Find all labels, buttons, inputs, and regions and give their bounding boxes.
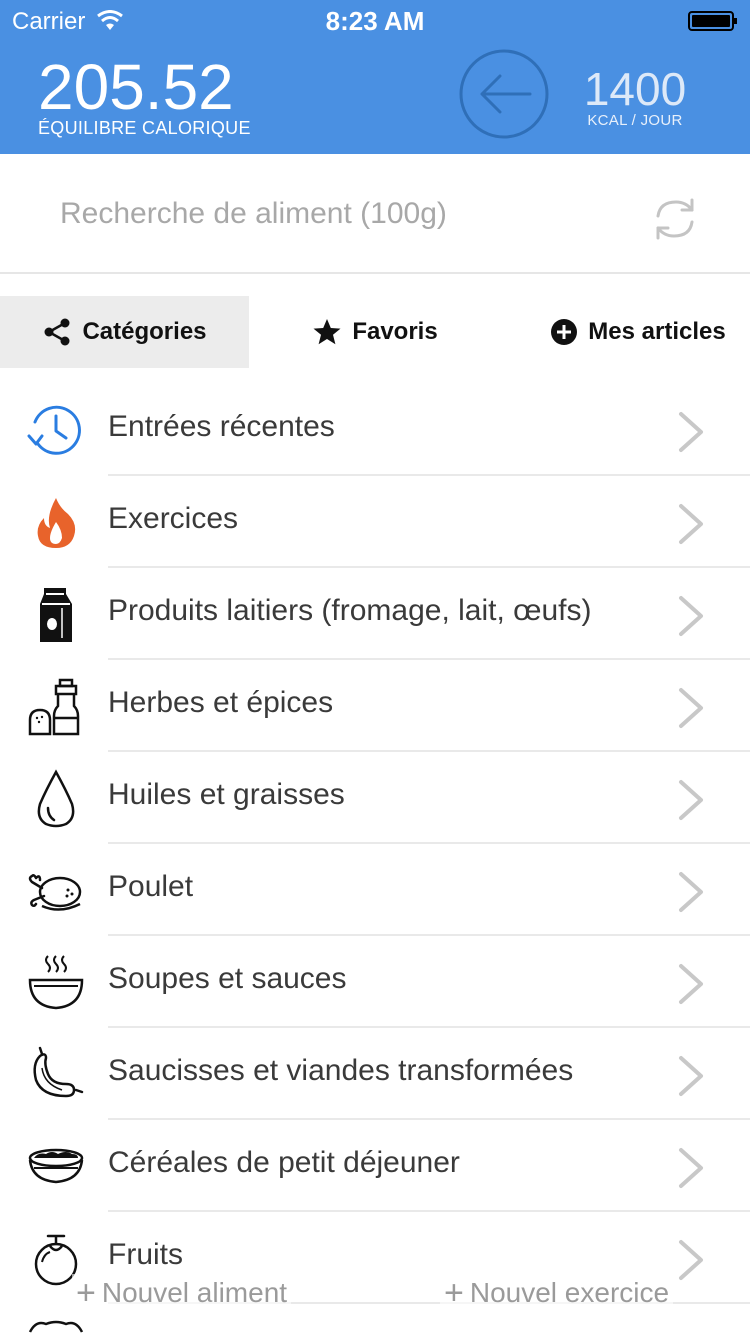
chevron-right-icon [679, 412, 703, 452]
daily-target-label: KCAL / JOUR [587, 112, 683, 129]
refresh-icon[interactable] [650, 194, 700, 244]
calorie-balance-value: 205.52 [38, 51, 234, 123]
new-food-button[interactable]: + Nouvel aliment [72, 1274, 292, 1313]
plus-icon: + [444, 1274, 464, 1312]
list-item-cereals[interactable]: Céréales de petit déjeuner [0, 1120, 750, 1212]
new-exercise-button[interactable]: + Nouvel exercice [440, 1274, 674, 1313]
list-item-label: Poulet [108, 870, 194, 903]
list-item-chicken[interactable]: Poulet [0, 844, 750, 936]
tab-favorites[interactable]: Favoris [280, 296, 470, 368]
roast-chicken-icon [28, 874, 82, 911]
chevron-right-icon [679, 780, 703, 820]
soup-bowl-icon [28, 955, 84, 1010]
new-food-label: Nouvel aliment [101, 1277, 288, 1308]
list-item-label: Huiles et graisses [108, 778, 345, 811]
tab-my-items-label: Mes articles [588, 318, 726, 345]
chevron-right-icon [679, 596, 703, 636]
next-item-icon [28, 1320, 84, 1333]
sausage-icon [33, 1046, 84, 1098]
list-item-label: Exercices [108, 502, 239, 535]
plus-icon: + [76, 1274, 96, 1312]
milk-carton-icon [40, 588, 72, 642]
spice-shaker-icon [28, 678, 80, 736]
list-item-label: Herbes et épices [108, 686, 334, 719]
list-item-label: Fruits [108, 1238, 183, 1271]
clock-history-icon [27, 405, 81, 455]
new-exercise-label: Nouvel exercice [469, 1277, 670, 1308]
list-item-sausages[interactable]: Saucisses et viandes transformées [0, 1028, 750, 1120]
tab-favorites-label: Favoris [352, 318, 438, 345]
status-bar: Carrier 8:23 AM [0, 0, 750, 40]
battery-icon [688, 11, 737, 31]
calorie-balance-label: ÉQUILIBRE CALORIQUE [38, 118, 251, 138]
category-tabs: Catégories Favoris Mes articles [0, 296, 750, 368]
cereal-bowl-icon [28, 1148, 84, 1184]
list-item-soups-sauces[interactable]: Soupes et sauces [0, 936, 750, 1028]
search-row [0, 154, 750, 274]
food-search-input[interactable] [60, 194, 620, 234]
category-list: Entrées récentes Exercices Produits lait… [0, 384, 750, 1304]
tab-categories[interactable]: Catégories [0, 296, 249, 368]
chevron-right-icon [679, 688, 703, 728]
tab-categories-label: Catégories [82, 318, 207, 345]
daily-target-value[interactable]: 1400 [580, 62, 690, 116]
chevron-right-icon [679, 504, 703, 544]
share-icon [44, 318, 70, 346]
list-item-label: Céréales de petit déjeuner [108, 1146, 460, 1179]
back-arrow-button[interactable] [458, 48, 550, 140]
list-item-label: Produits laitiers (fromage, lait, œufs) [108, 594, 592, 627]
list-item-oils-fats[interactable]: Huiles et graisses [0, 752, 750, 844]
list-item-herbs-spices[interactable]: Herbes et épices [0, 660, 750, 752]
list-item-label: Saucisses et viandes transformées [108, 1054, 574, 1087]
tab-my-items[interactable]: Mes articles [538, 296, 738, 368]
star-icon [313, 319, 341, 345]
list-item-recent-entries[interactable]: Entrées récentes [0, 384, 750, 476]
flame-icon [37, 498, 76, 548]
status-time: 8:23 AM [325, 6, 425, 36]
calorie-header: Carrier 8:23 AM 205.52 ÉQUILIBRE CALORIQ… [0, 0, 750, 154]
oil-drop-icon [37, 769, 75, 828]
chevron-right-icon [679, 872, 703, 912]
list-item-exercises[interactable]: Exercices [0, 476, 750, 568]
chevron-right-icon [679, 1148, 703, 1188]
bottom-actions: + Nouvel aliment + Nouvel exercice [0, 1268, 750, 1318]
chevron-right-icon [679, 1056, 703, 1096]
chevron-right-icon [679, 964, 703, 1004]
list-item-label: Soupes et sauces [108, 962, 347, 995]
list-item-dairy[interactable]: Produits laitiers (fromage, lait, œufs) [0, 568, 750, 660]
list-item-label: Entrées récentes [108, 410, 335, 443]
plus-circle-icon [551, 319, 578, 345]
